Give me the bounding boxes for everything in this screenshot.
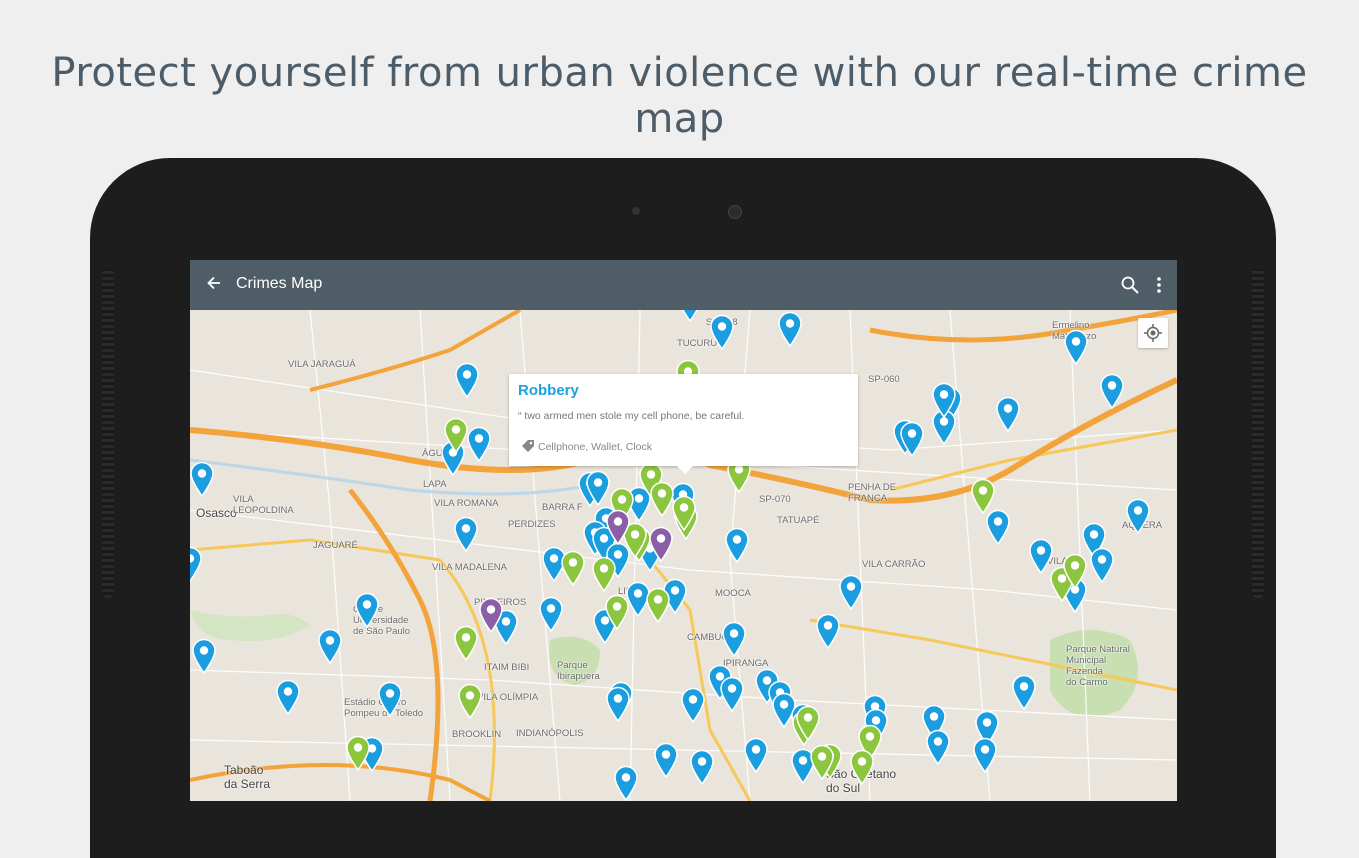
crime-pin-blue[interactable] xyxy=(709,314,735,350)
crime-pin-blue[interactable] xyxy=(1011,674,1037,710)
crime-pin-blue[interactable] xyxy=(585,470,611,506)
crime-pin-blue[interactable] xyxy=(972,737,998,773)
map-label-vila-olimpia: VILA OLÍMPIA xyxy=(477,692,539,703)
search-icon[interactable] xyxy=(1120,275,1140,299)
map-label-vila-carrao: VILA CARRÃO xyxy=(862,559,926,570)
app-title: Crimes Map xyxy=(236,275,323,292)
my-location-button[interactable] xyxy=(1138,318,1168,348)
tablet-camera xyxy=(728,205,742,219)
tablet-speaker-left xyxy=(102,268,114,598)
crime-pin-blue[interactable] xyxy=(613,765,639,801)
crime-pin-blue[interactable] xyxy=(995,396,1021,432)
map-label-vila-leopoldina: VILA LEOPOLDINA xyxy=(233,494,294,516)
crime-pin-blue[interactable] xyxy=(985,509,1011,545)
crime-pin-green[interactable] xyxy=(591,556,617,592)
map-label-mooca: MOOCA xyxy=(715,588,751,599)
crime-pin-green[interactable] xyxy=(849,749,875,785)
crime-pin-blue[interactable] xyxy=(454,362,480,398)
crime-pin-blue[interactable] xyxy=(838,574,864,610)
map-label-penha-de-franca: PENHA DE FRANÇA xyxy=(848,482,897,504)
crime-pin-blue[interactable] xyxy=(190,546,203,582)
crime-pin-blue[interactable] xyxy=(190,461,215,497)
crime-pin-green[interactable] xyxy=(1062,553,1088,589)
my-location-icon xyxy=(1144,324,1162,342)
crime-pin-green[interactable] xyxy=(809,744,835,780)
crime-pin-blue[interactable] xyxy=(377,681,403,717)
map-label-indianopolis: INDIANÓPOLIS xyxy=(516,728,584,739)
map-label-sp060: SP-060 xyxy=(868,374,900,385)
crime-pin-green[interactable] xyxy=(671,495,697,531)
crime-pin-green[interactable] xyxy=(970,478,996,514)
map-label-itaim-bibi: ITAIM BIBI xyxy=(484,662,530,673)
popup-title: Robbery xyxy=(518,382,579,399)
crime-pin-blue[interactable] xyxy=(1063,329,1089,365)
crime-pin-blue[interactable] xyxy=(191,638,217,674)
app-bar: Crimes Map xyxy=(190,260,1177,310)
map-label-parque-ibirapuera: Parque Ibirapuera xyxy=(557,660,600,682)
crime-pin-green[interactable] xyxy=(795,705,821,741)
popup-quote: “ two armed men stole my cell phone, be … xyxy=(518,410,745,422)
crime-pin-purple[interactable] xyxy=(605,509,631,545)
map-label-taboao: Taboão da Serra xyxy=(224,763,271,791)
crime-pin-blue[interactable] xyxy=(538,596,564,632)
crime-pin-blue[interactable] xyxy=(931,382,957,418)
crime-pin-blue[interactable] xyxy=(724,527,750,563)
map-label-vila-madalena: VILA MADALENA xyxy=(432,562,507,573)
crime-pin-green[interactable] xyxy=(443,417,469,453)
map-label-vila-romana: VILA ROMANA xyxy=(434,498,499,509)
map-label-jaguare: JAGUARÉ xyxy=(313,540,358,551)
popup-tags: Cellphone, Wallet, Clock xyxy=(538,441,652,453)
tablet-speaker-right xyxy=(1252,268,1264,598)
crime-pin-blue[interactable] xyxy=(680,687,706,723)
map-label-lapa: LAPA xyxy=(423,479,447,490)
map-label-vila-jaragua: VILA JARAGUÁ xyxy=(288,359,356,370)
tablet-sensor xyxy=(632,207,640,215)
crime-pin-blue[interactable] xyxy=(466,426,492,462)
crime-pin-blue[interactable] xyxy=(815,613,841,649)
crime-pin-blue[interactable] xyxy=(689,749,715,785)
crime-pin-green[interactable] xyxy=(453,625,479,661)
crime-pin-green[interactable] xyxy=(457,683,483,719)
crime-pin-blue[interactable] xyxy=(354,592,380,628)
crime-pin-blue[interactable] xyxy=(605,686,631,722)
crime-pin-blue[interactable] xyxy=(719,676,745,712)
crime-pin-blue[interactable] xyxy=(899,421,925,457)
map-label-tatuape: TATUAPÉ xyxy=(777,515,820,526)
crime-pin-blue[interactable] xyxy=(743,737,769,773)
arrow-back-icon[interactable] xyxy=(204,273,224,297)
map-label-brooklin: BROOKLIN xyxy=(452,729,502,740)
crime-pin-blue[interactable] xyxy=(1089,547,1115,583)
crime-pin-green[interactable] xyxy=(560,550,586,586)
crime-pin-blue[interactable] xyxy=(1125,498,1151,534)
map-label-carrao-sp: SP-070 xyxy=(759,494,791,505)
more-vert-icon[interactable] xyxy=(1156,275,1162,299)
crime-pin-blue[interactable] xyxy=(721,621,747,657)
tag-icon xyxy=(522,440,534,452)
page-headline: Protect yourself from urban violence wit… xyxy=(51,50,1308,142)
map-label-osasco: Osasco xyxy=(196,506,237,520)
popup-tags-row: Cellphone, Wallet, Clock xyxy=(521,439,652,453)
map-label-perdizes: PERDIZES xyxy=(508,519,556,530)
crime-pin-blue[interactable] xyxy=(1099,373,1125,409)
crime-pin-blue[interactable] xyxy=(653,742,679,778)
crime-pin-green[interactable] xyxy=(645,587,671,623)
crime-pin-green[interactable] xyxy=(345,735,371,771)
crime-info-popup[interactable]: Robbery “ two armed men stole my cell ph… xyxy=(509,374,858,474)
crime-pin-blue[interactable] xyxy=(317,628,343,664)
map-label-parque-natural: Parque Natural Municipal Fazenda do Carm… xyxy=(1066,644,1130,688)
crime-pin-blue[interactable] xyxy=(453,516,479,552)
crime-pin-blue[interactable] xyxy=(777,311,803,347)
crime-pin-blue[interactable] xyxy=(925,729,951,765)
crime-pin-purple[interactable] xyxy=(478,597,504,633)
crime-pin-blue[interactable] xyxy=(275,679,301,715)
tablet-screen: Crimes Map Osasco VILA LEOPOLDINA JAGUAR… xyxy=(190,260,1177,801)
crime-pin-purple[interactable] xyxy=(648,526,674,562)
crime-pin-green[interactable] xyxy=(604,594,630,630)
